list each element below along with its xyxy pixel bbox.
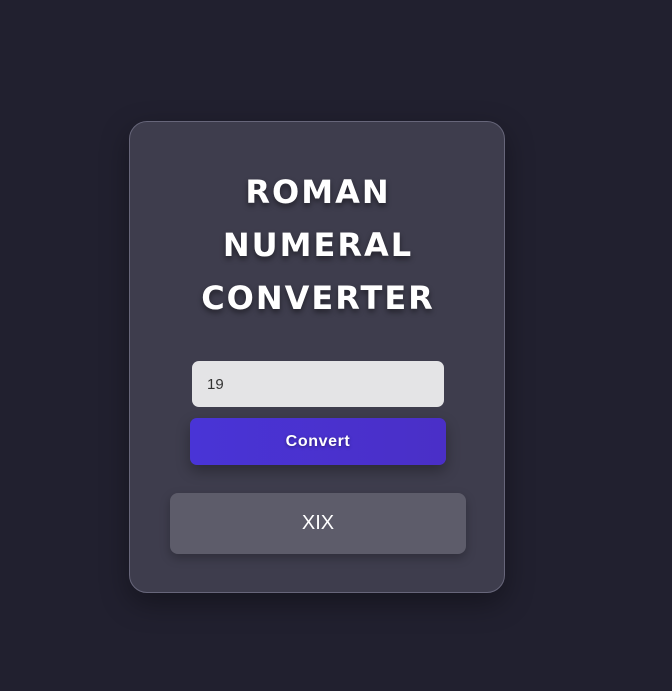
result-output: XIX xyxy=(170,493,466,554)
title-line-roman: ROMAN xyxy=(245,173,391,211)
result-value: XIX xyxy=(301,512,335,534)
title-line-converter: CONVERTER xyxy=(201,279,435,317)
title-line-numeral: NUMERAL xyxy=(222,226,414,264)
convert-button[interactable]: Convert xyxy=(190,418,446,465)
number-input[interactable] xyxy=(192,361,444,407)
page-title: ROMAN NUMERAL CONVERTER xyxy=(130,166,506,325)
converter-card: ROMAN NUMERAL CONVERTER Convert XIX xyxy=(129,121,505,593)
